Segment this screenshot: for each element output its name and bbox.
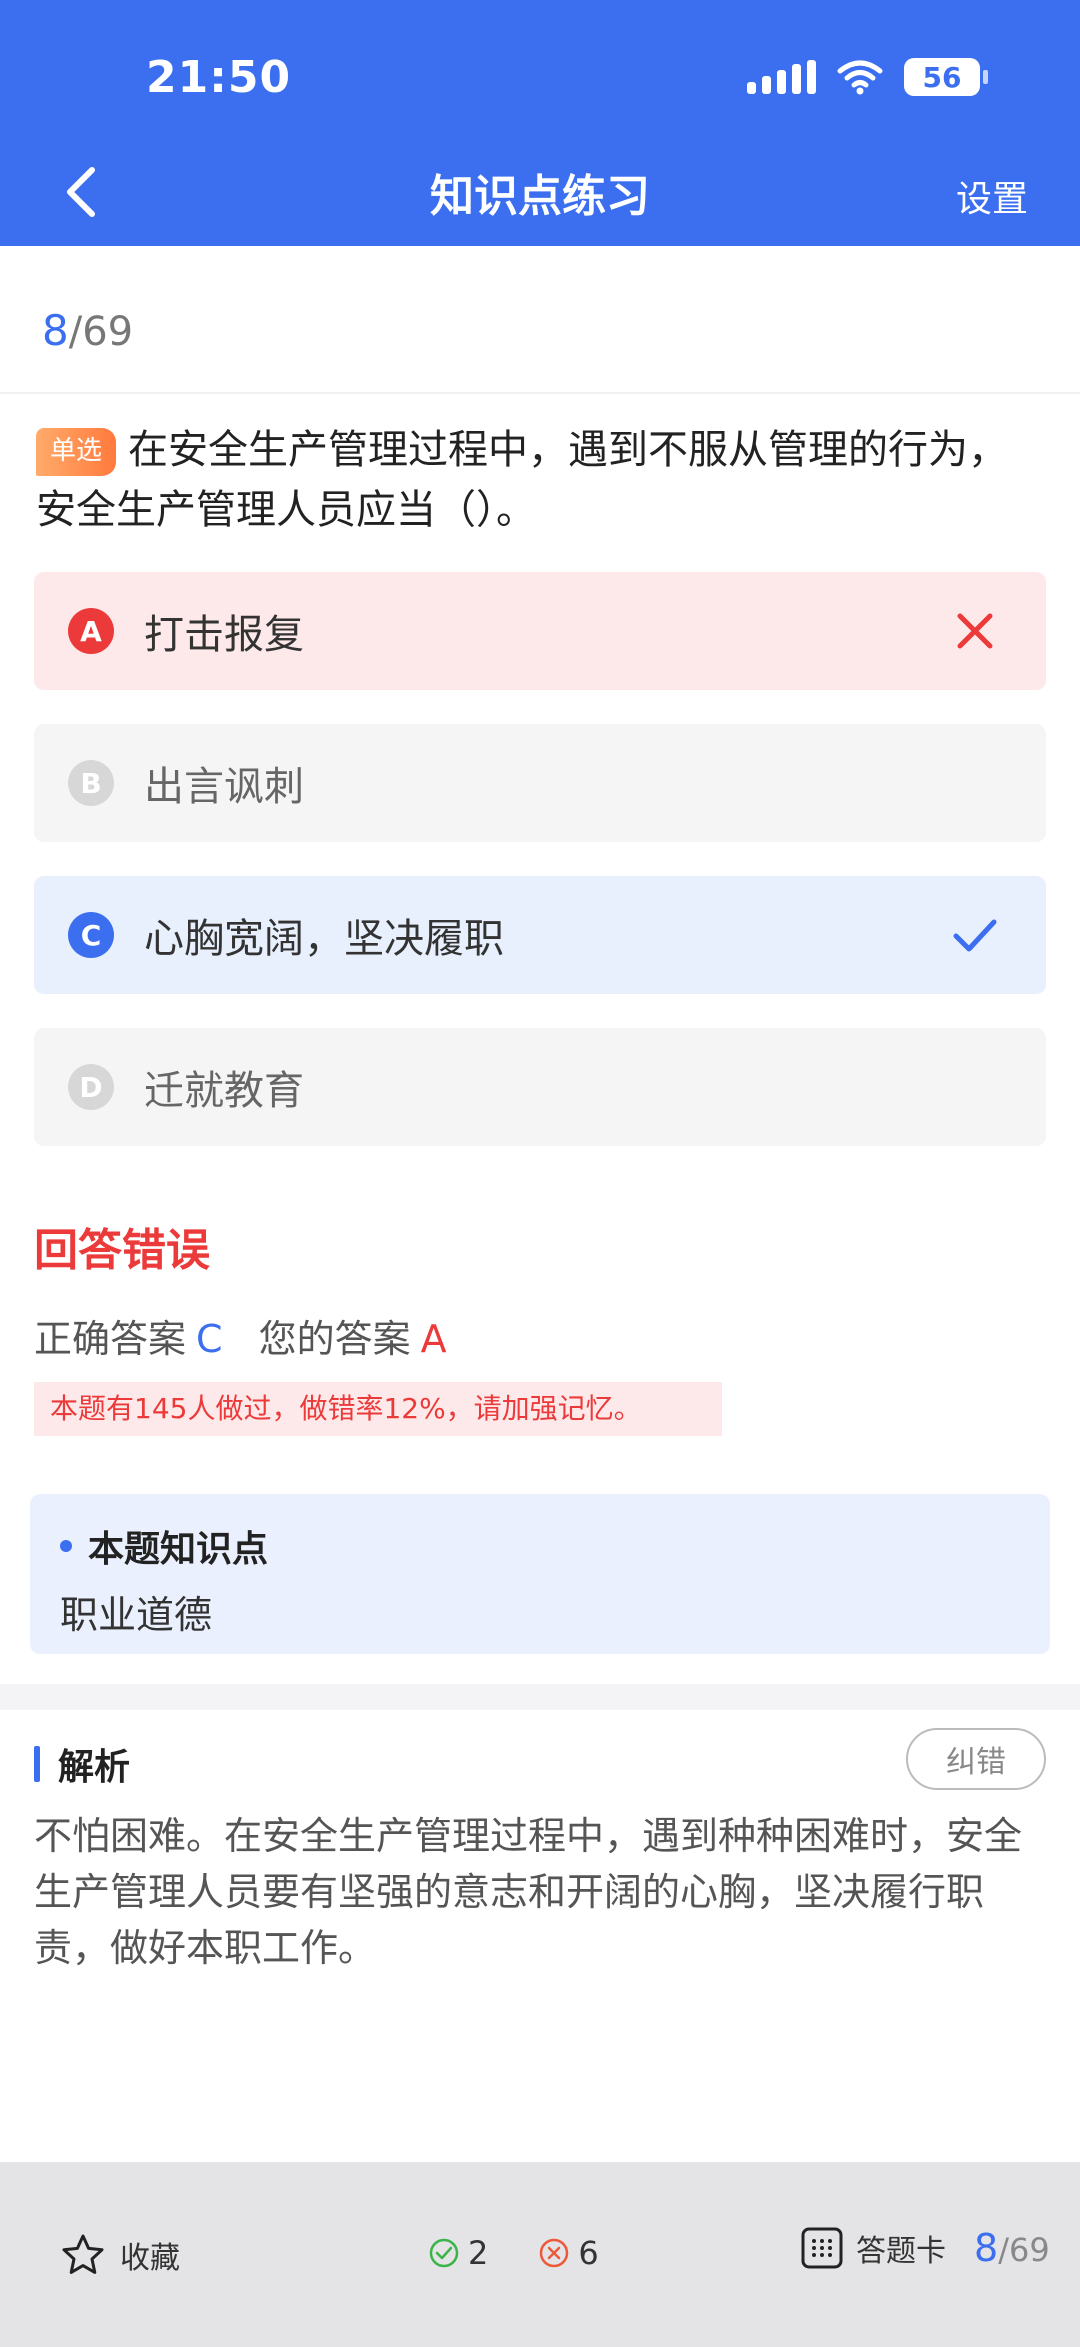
bottom-toolbar: 收藏 2 6 答题卡 8/69 <box>0 2162 1080 2347</box>
report-error-button[interactable]: 纠错 <box>906 1728 1046 1790</box>
result-title: 回答错误 <box>34 1225 210 1276</box>
option-d[interactable]: D 迁就教育 <box>34 1028 1046 1146</box>
knowledge-point-title: 本题知识点 <box>60 1520 268 1572</box>
signal-icon <box>747 60 816 94</box>
battery-icon: 56 <box>904 58 988 96</box>
grid-icon <box>801 2227 843 2269</box>
option-letter-b: B <box>68 760 114 806</box>
answer-card-label: 答题卡 <box>856 2234 946 2269</box>
option-text-c: 心胸宽阔，坚决履职 <box>144 916 504 962</box>
progress-total: /69 <box>68 309 134 355</box>
check-mark-icon <box>953 919 997 952</box>
analysis-text: 不怕困难。在安全生产管理过程中，遇到种种困难时，安全生产管理人员要有坚强的意志和… <box>34 1814 1023 1970</box>
right-count-value: 2 <box>468 2234 489 2272</box>
option-b[interactable]: B 出言讽刺 <box>34 724 1046 842</box>
progress-current: 8 <box>42 306 69 355</box>
wifi-icon <box>837 60 883 95</box>
app-header: 21:50 56 知识点练习 设置 <box>0 0 1080 246</box>
star-icon <box>62 2234 104 2274</box>
cross-circle-icon <box>540 2238 569 2268</box>
option-letter-d: D <box>68 1064 114 1110</box>
bottom-page-current: 8 <box>974 2226 999 2270</box>
analysis-title: 解析 <box>34 1738 130 1790</box>
answer-counts: 2 6 <box>428 2234 649 2272</box>
bottom-page-indicator: 8/69 <box>974 2226 1050 2270</box>
title-bar-icon <box>34 1746 40 1782</box>
right-count: 2 <box>428 2234 488 2272</box>
knowledge-point-value: 职业道德 <box>60 1593 213 1637</box>
knowledge-point-label: 本题知识点 <box>88 1529 269 1570</box>
favorite-button[interactable]: 收藏 <box>60 2232 180 2278</box>
option-text-b: 出言讽刺 <box>144 764 304 810</box>
knowledge-point-card: 本题知识点 职业道德 <box>30 1494 1050 1654</box>
question-text: 在安全生产管理过程中，遇到不服从管理的行为，安全生产管理人员应当（）。 <box>36 427 1009 533</box>
option-letter-c: C <box>68 912 114 958</box>
question-progress: 8/69 <box>42 306 133 355</box>
bullet-dot-icon <box>60 1540 72 1552</box>
option-text-d: 迁就教育 <box>144 1068 304 1114</box>
bottom-page-total: /69 <box>998 2231 1050 2269</box>
wrong-count: 6 <box>538 2234 599 2272</box>
option-letter-a: A <box>68 608 114 654</box>
correct-answer-label: 正确答案 <box>34 1317 187 1361</box>
page-title: 知识点练习 <box>430 171 650 222</box>
status-icons: 56 <box>747 58 988 96</box>
wrong-count-value: 6 <box>578 2234 599 2272</box>
correct-answer-value: C <box>196 1317 223 1361</box>
option-c[interactable]: C 心胸宽阔，坚决履职 <box>34 876 1046 994</box>
answer-summary: 正确答案 C 您的答案 A <box>34 1308 447 1363</box>
section-divider <box>0 1684 1080 1710</box>
option-a[interactable]: A 打击报复 <box>34 572 1046 690</box>
question-text-block: 单选 在安全生产管理过程中，遇到不服从管理的行为，安全生产管理人员应当（）。 <box>36 420 1046 540</box>
answer-card-button[interactable]: 答题卡 8/69 <box>800 2226 1050 2270</box>
question-type-badge: 单选 <box>36 428 117 476</box>
error-rate-note: 本题有145人做过，做错率12%，请加强记忆。 <box>34 1382 722 1436</box>
check-circle-icon <box>429 2238 459 2268</box>
analysis-label: 解析 <box>58 1747 131 1788</box>
status-time: 21:50 <box>146 52 292 103</box>
option-text-a: 打击报复 <box>144 612 304 658</box>
favorite-label: 收藏 <box>120 2241 180 2276</box>
your-answer-value: A <box>420 1317 447 1361</box>
divider <box>0 392 1080 394</box>
your-answer-label: 您的答案 <box>258 1317 411 1361</box>
wrong-mark-icon <box>957 613 993 649</box>
settings-button[interactable]: 设置 <box>956 170 1028 222</box>
